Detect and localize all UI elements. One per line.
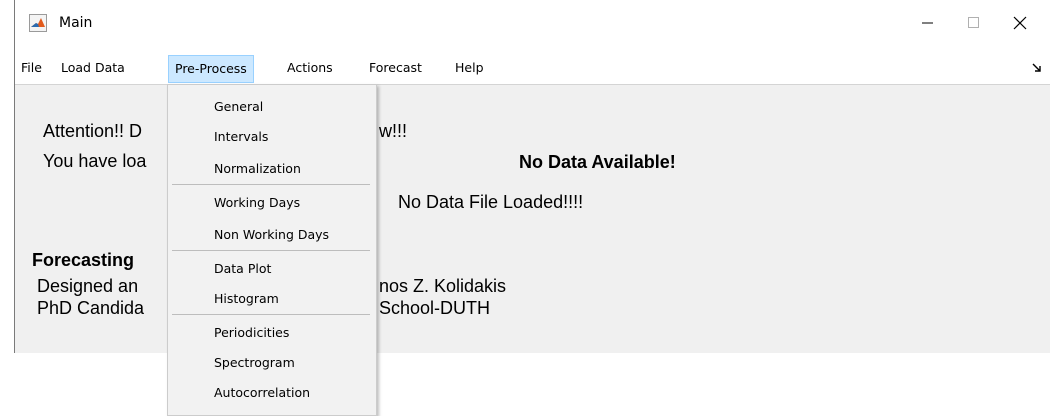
- menu-item-autocorrelation[interactable]: Autocorrelation: [214, 383, 310, 403]
- menu-pre-process[interactable]: Pre-Process: [168, 55, 254, 83]
- window-title: Main: [59, 15, 93, 31]
- maximize-icon: [968, 17, 979, 28]
- menu-item-data-plot[interactable]: Data Plot: [214, 259, 271, 279]
- menu-item-normalization[interactable]: Normalization: [214, 159, 301, 179]
- menu-actions[interactable]: Actions: [281, 57, 339, 79]
- close-button[interactable]: [997, 8, 1043, 38]
- title-bar[interactable]: Main: [15, 0, 1050, 52]
- matlab-icon: [29, 14, 47, 32]
- menu-separator: [172, 184, 370, 185]
- menu-bar: File Load Data Pre-Process Actions Forec…: [15, 52, 1050, 84]
- menu-file[interactable]: File: [15, 57, 48, 79]
- no-file-text: No Data File Loaded!!!!: [398, 192, 584, 212]
- menu-item-working-days[interactable]: Working Days: [214, 193, 300, 213]
- menu-item-spectrogram[interactable]: Spectrogram: [214, 353, 295, 373]
- minimize-button[interactable]: [905, 8, 951, 38]
- maximize-button[interactable]: [951, 8, 997, 38]
- phd-text: PhD Candida: [37, 298, 145, 318]
- minimize-icon: [922, 22, 933, 24]
- loaded-text: You have loa: [43, 151, 147, 171]
- menu-forecast[interactable]: Forecast: [363, 57, 428, 79]
- attention-text: Attention!! D: [43, 121, 143, 141]
- menu-load-data[interactable]: Load Data: [55, 57, 131, 79]
- close-icon: [1013, 16, 1027, 30]
- school-text: School-DUTH: [379, 298, 491, 318]
- attention-text-tail: w!!!: [379, 121, 408, 141]
- forecasting-title: Forecasting: [32, 250, 135, 270]
- menu-item-general[interactable]: General: [214, 97, 263, 117]
- menu-help[interactable]: Help: [449, 57, 490, 79]
- menu-separator: [172, 250, 370, 251]
- no-data-title: No Data Available!: [519, 152, 676, 172]
- menu-item-histogram[interactable]: Histogram: [214, 289, 279, 309]
- menu-item-intervals[interactable]: Intervals: [214, 127, 268, 147]
- dock-arrow-icon[interactable]: [1031, 62, 1043, 74]
- menu-item-periodicities[interactable]: Periodicities: [214, 323, 289, 343]
- pre-process-dropdown: General Intervals Normalization Working …: [167, 84, 377, 416]
- designed-text: Designed an: [37, 276, 139, 296]
- menu-item-non-working-days[interactable]: Non Working Days: [214, 225, 329, 245]
- menu-separator: [172, 314, 370, 315]
- author-text: nos Z. Kolidakis: [379, 276, 507, 296]
